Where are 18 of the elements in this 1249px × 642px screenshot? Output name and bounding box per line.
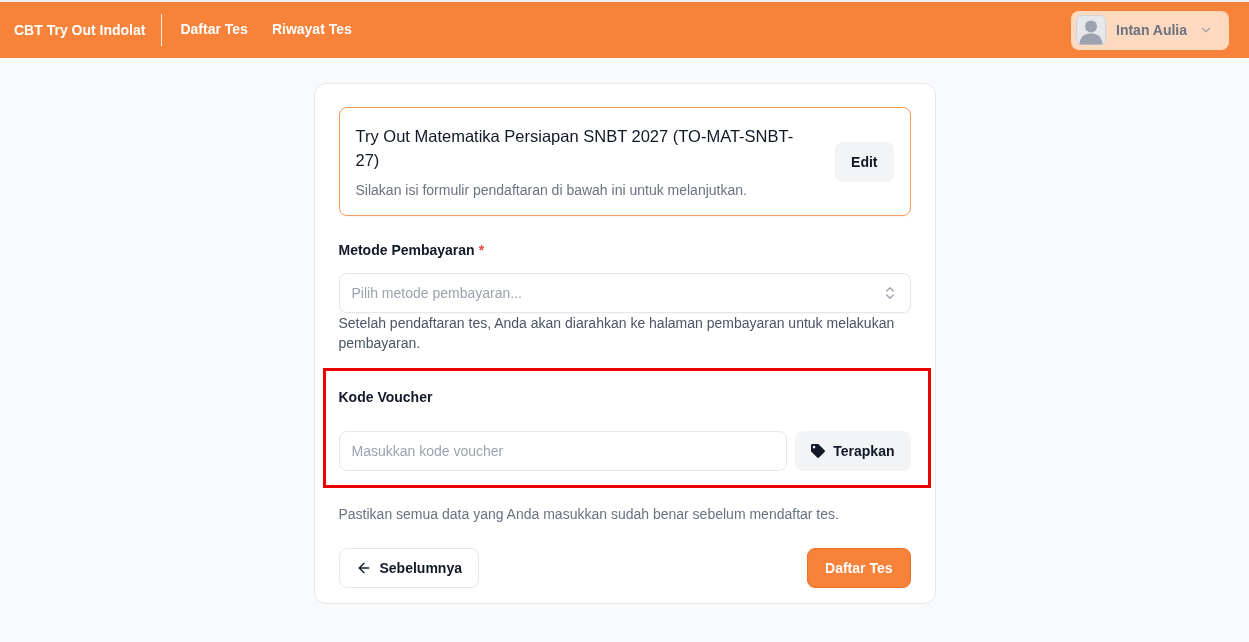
back-button[interactable]: Sebelumnya [338, 548, 479, 588]
help-text: Setelah pendaftaran tes, Anda akan diarahkan ke halaman pembayaran untuk melakukan pembayaran. [338, 314, 896, 353]
input-field[interactable]: Masukkan kode voucher [338, 431, 788, 471]
field-label: Metode Pembayaran * [338, 241, 486, 260]
brand-name: CBT Try Out Indolat [14, 21, 146, 40]
apply-button[interactable]: Terapkan [795, 431, 911, 471]
tag-icon [811, 444, 826, 458]
nav-link[interactable]: Riwayat Tes [271, 17, 352, 43]
test-title: Try Out Matematika Persiapan SNBT 2027 (TO-MAT-SNBT-27) [355, 126, 795, 171]
field-label: Kode Voucher [338, 388, 434, 407]
user-menu-button[interactable]: Intan Aulia [1071, 10, 1229, 50]
avatar-icon [1076, 15, 1106, 45]
test-description: Silakan isi formulir pendaftaran di bawah ini untuk melanjutkan. [355, 181, 748, 200]
select-field[interactable]: Pilih metode pembayaran... [338, 273, 911, 313]
submit-button[interactable]: Daftar Tes [807, 548, 911, 588]
confirmation-note: Pastikan semua data yang Anda masukkan sudah benar sebelum mendaftar tes. [338, 505, 840, 524]
edit-button[interactable]: Edit [835, 142, 894, 182]
nav-link[interactable]: Daftar Tes [180, 17, 248, 43]
